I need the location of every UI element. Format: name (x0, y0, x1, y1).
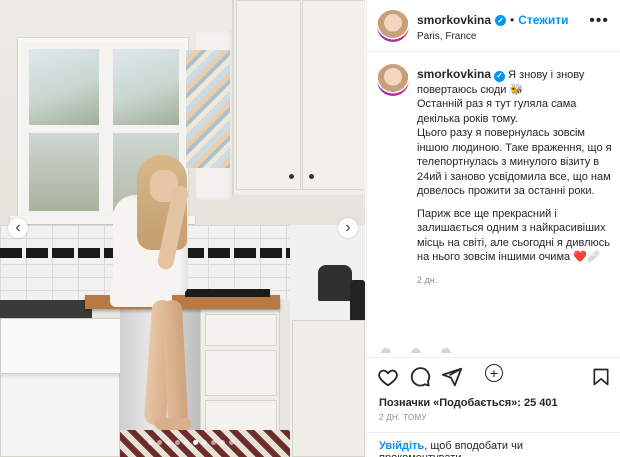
login-prompt: Увійдіть, щоб вподобати чи прокоментуват… (367, 432, 620, 457)
follow-button[interactable]: Стежити (518, 13, 568, 27)
heart-icon[interactable] (377, 366, 399, 388)
post-side-panel: smorkovkina ✓ • Стежити Paris, France ••… (366, 0, 620, 457)
share-icon[interactable] (441, 366, 463, 388)
carousel-dot (184, 440, 189, 445)
carousel-dot (166, 440, 171, 445)
more-icon[interactable]: ••• (589, 12, 609, 30)
carousel-dots (148, 440, 234, 445)
verified-badge-icon: ✓ (495, 14, 507, 26)
photo-upper-cabinet (232, 0, 365, 195)
caption-username[interactable]: smorkovkina (417, 67, 491, 81)
login-link[interactable]: Увійдіть (379, 440, 424, 452)
carousel-dot (193, 440, 198, 445)
avatar[interactable] (377, 10, 409, 42)
caption-time[interactable]: 2 дн. (417, 273, 613, 288)
carousel-next-button[interactable]: › (338, 218, 358, 238)
photo-cooktop (185, 289, 270, 297)
likes-count[interactable]: Позначки «Подобається»: 25 401 (379, 397, 558, 409)
caption-line-2: Останній раз я тут гуляла сама декілька … (417, 98, 577, 125)
carousel-dot (229, 440, 234, 445)
caption-line-4: Париж все ще прекрасний і залишається од… (417, 207, 610, 264)
comment-row-partial (381, 345, 501, 353)
verified-badge-icon: ✓ (494, 70, 506, 82)
post-header: smorkovkina ✓ • Стежити Paris, France ••… (367, 0, 620, 52)
post-photo[interactable]: ‹ › (0, 0, 365, 457)
carousel-dot (220, 440, 225, 445)
photo-right-cabinet (292, 320, 365, 457)
caption-avatar[interactable] (377, 64, 409, 96)
chevron-right-icon: › (345, 219, 351, 236)
location-link[interactable]: Paris, France (417, 31, 476, 42)
carousel-dot (157, 440, 162, 445)
carousel-dot (175, 440, 180, 445)
comment-icon[interactable] (409, 366, 431, 388)
carousel-dot (202, 440, 207, 445)
carousel-dot (148, 440, 153, 445)
chevron-left-icon: ‹ (15, 219, 21, 236)
carousel-prev-button[interactable]: ‹ (8, 218, 28, 238)
photo-postcards (186, 50, 230, 168)
carousel-dot (211, 440, 216, 445)
photo-kettle (318, 265, 352, 301)
bookmark-icon[interactable] (591, 366, 611, 388)
photo-sink (0, 318, 122, 374)
post-caption: smorkovkina ✓ Я знову і знову повертаюсь… (367, 56, 620, 382)
username[interactable]: smorkovkina (417, 13, 491, 27)
action-bar (367, 357, 620, 397)
caption-line-3: Цього разу я повернулась зовсім іншою лю… (417, 127, 612, 197)
post-time[interactable]: 2 ДН. ТОМУ (379, 413, 427, 422)
